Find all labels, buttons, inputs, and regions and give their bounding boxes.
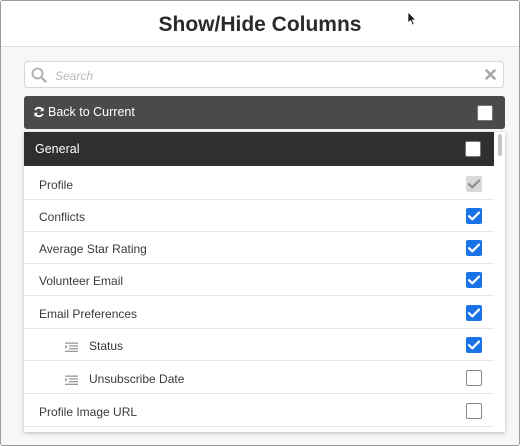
column-checkbox[interactable] [466, 272, 482, 288]
indent-list-icon [65, 372, 78, 390]
column-row[interactable]: Conflicts [24, 200, 494, 232]
search-icon [31, 67, 47, 83]
clear-search-icon[interactable] [485, 69, 496, 80]
column-checkbox[interactable] [466, 403, 482, 419]
column-checkbox [466, 176, 482, 192]
group-checkbox[interactable] [465, 141, 481, 157]
column-row[interactable]: Profile Image URL [24, 395, 494, 427]
group-header-general[interactable]: General [24, 132, 494, 166]
search-box[interactable] [24, 61, 504, 88]
column-row[interactable]: Average Star Rating [24, 232, 494, 264]
column-label: Status [89, 339, 124, 353]
column-row[interactable]: Unsubscribe Date [24, 362, 494, 394]
show-hide-columns-dialog: Show/Hide Columns Back to Current Genera… [0, 0, 520, 446]
column-checkbox[interactable] [466, 337, 482, 353]
columns-panel: General Profile Conflicts Average Star Rat… [24, 132, 505, 432]
column-label: Average Star Rating [39, 242, 147, 256]
column-row[interactable]: Email Preferences [24, 297, 494, 329]
column-row[interactable]: Profile [24, 168, 494, 200]
scrollbar-thumb[interactable] [498, 134, 502, 156]
indent-list-icon [65, 339, 78, 357]
column-checkbox[interactable] [466, 305, 482, 321]
column-row[interactable]: Status [24, 329, 494, 361]
column-label: Profile Image URL [39, 405, 138, 419]
column-checkbox[interactable] [466, 240, 482, 256]
group-label: General [35, 142, 80, 156]
dialog-title: Show/Hide Columns [158, 13, 362, 36]
column-label: Conflicts [39, 210, 86, 224]
column-label: Unsubscribe Date [89, 372, 185, 386]
back-to-current-checkbox[interactable] [477, 105, 493, 121]
refresh-icon [34, 106, 44, 118]
column-label: Email Preferences [39, 307, 138, 321]
back-to-current-bar[interactable]: Back to Current [24, 96, 505, 129]
column-label: Profile [39, 178, 74, 192]
search-input[interactable] [53, 65, 477, 86]
back-to-current-label: Back to Current [48, 105, 135, 119]
column-label: Volunteer Email [39, 274, 124, 288]
column-row[interactable]: Volunteer Email [24, 264, 494, 296]
column-checkbox[interactable] [466, 370, 482, 386]
column-checkbox[interactable] [466, 208, 482, 224]
dialog-header: Show/Hide Columns [1, 1, 519, 47]
mouse-cursor-icon [407, 11, 417, 26]
